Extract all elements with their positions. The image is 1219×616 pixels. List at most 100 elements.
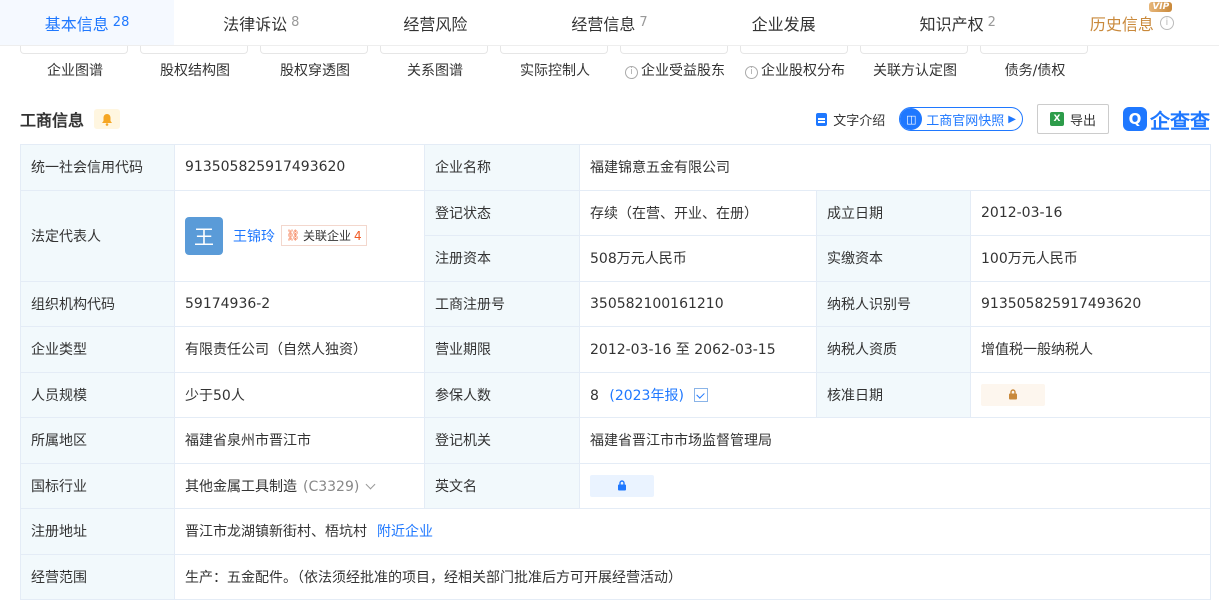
reg-status-label: 登记状态 <box>424 189 580 236</box>
tab-basic-info[interactable]: 基本信息 28 <box>0 0 175 45</box>
company-type-value: 有限责任公司（自然人独资） <box>174 326 425 373</box>
taxpayer-id-value: 913505825917493620 <box>969 280 1212 327</box>
company-type-label: 企业类型 <box>20 326 175 373</box>
tab-history[interactable]: VIP 历史信息 i <box>1045 0 1219 45</box>
table-row: 国标行业 其他金属工具制造 (C3329) 英文名 <box>20 462 1212 509</box>
section-tools: 文字介绍 ◫ 工商官网快照 ▶ X 导出 Q 企查查 <box>816 104 1210 134</box>
info-icon[interactable]: i <box>1159 15 1174 30</box>
related-companies-tag[interactable]: ⛓ 关联企业 4 <box>281 225 367 246</box>
related-label: 关联企业 <box>302 229 351 243</box>
locked-value[interactable] <box>590 474 654 497</box>
credit-code-label: 统一社会信用代码 <box>20 144 175 191</box>
tab-count: 8 <box>291 15 300 30</box>
scope-value: 生产：五金配件。（依法须经批准的项目，经相关部门批准后方可开展经营活动） <box>173 553 1212 600</box>
table-row: 所属地区 福建省泉州市晋江市 登记机关 福建省晋江市市场监督管理局 <box>20 417 1212 464</box>
graph-thumbnail <box>740 46 848 54</box>
reg-status-value: 存续（在营、开业、在册） <box>579 189 817 236</box>
legal-rep-name-link[interactable]: 王锦玲 <box>233 229 275 245</box>
region-label: 所属地区 <box>20 417 175 464</box>
address-label: 注册地址 <box>20 508 175 555</box>
org-code-value: 59174936-2 <box>174 280 425 327</box>
section-title: 工商信息 <box>20 111 85 130</box>
document-icon <box>816 112 828 126</box>
tab-count: 2 <box>987 15 996 30</box>
tab-label: 法律诉讼 <box>223 14 288 34</box>
arrow-right-icon: ▶ <box>1008 113 1016 125</box>
trend-chart-icon[interactable] <box>693 387 708 402</box>
chevron-down-icon[interactable] <box>365 479 376 490</box>
graph-thumbnail <box>500 46 608 54</box>
graph-labels: 企业图谱 股权结构图 股权穿透图 关系图谱 实际控制人 i 企业受益股东 i 企业股… <box>0 60 1219 80</box>
reg-authority-value: 福建省晋江市市场监督管理局 <box>578 417 1212 464</box>
bell-icon[interactable] <box>94 109 121 129</box>
avatar[interactable]: 王 <box>185 216 223 255</box>
vip-badge: VIP <box>1149 2 1173 12</box>
table-row: 统一社会信用代码 913505825917493620 企业名称 福建锦意五金有… <box>20 144 1212 191</box>
tab-ip[interactable]: 知识产权 2 <box>871 0 1045 45</box>
tab-label: 知识产权 <box>919 14 984 34</box>
scope-label: 经营范围 <box>20 553 175 600</box>
vip-locked-value[interactable] <box>981 383 1045 406</box>
snapshot-icon: ◫ <box>900 108 923 130</box>
table-row: 法定代表人 王王锦玲 ⛓ 关联企业 4 登记状态 存续（在营、开业、在册） 成立日期 … <box>20 189 1212 282</box>
insured-label: 参保人数 <box>424 371 580 418</box>
export-button[interactable]: X 导出 <box>1036 104 1109 134</box>
insured-year-link[interactable]: (2023年报) <box>609 388 684 404</box>
info-icon: i <box>745 66 758 79</box>
legal-rep-label: 法定代表人 <box>20 189 175 282</box>
nearby-companies-link[interactable]: 附近企业 <box>377 524 433 540</box>
graph-link-related-party[interactable]: 关联方认定图 <box>855 60 975 80</box>
paid-capital-value: 100万元人民币 <box>969 235 1212 282</box>
tab-development[interactable]: 企业发展 <box>697 0 871 45</box>
graph-link-enterprise[interactable]: 企业图谱 <box>15 60 135 80</box>
approve-date-cell <box>969 371 1212 418</box>
staff-size-value: 少于50人 <box>174 371 425 418</box>
biz-term-value: 2012-03-16 至 2062-03-15 <box>579 326 817 373</box>
qcc-logo: Q 企查查 <box>1123 105 1210 134</box>
network-icon: ⛓ <box>286 229 300 242</box>
tab-label: 基本信息 <box>44 14 109 34</box>
credit-code-value: 913505825917493620 <box>174 144 425 191</box>
found-date-value: 2012-03-16 <box>969 189 1212 236</box>
graph-link-controller[interactable]: 实际控制人 <box>495 60 615 80</box>
logo-icon: Q <box>1123 107 1147 131</box>
logo-text: 企查查 <box>1150 108 1210 133</box>
lock-icon <box>618 480 626 491</box>
text-intro-button[interactable]: 文字介绍 <box>816 110 885 129</box>
business-info-table: 统一社会信用代码 913505825917493620 企业名称 福建锦意五金有… <box>20 144 1212 600</box>
industry-value: 其他金属工具制造 <box>185 478 297 495</box>
table-row: 组织机构代码 59174936-2 工商注册号 350582100161210 … <box>20 280 1212 327</box>
graph-link-equity-penetration[interactable]: 股权穿透图 <box>255 60 375 80</box>
tab-count: 7 <box>639 15 648 30</box>
tax-qual-value: 增值税一般纳税人 <box>969 326 1212 373</box>
graph-link-beneficiary[interactable]: i 企业受益股东 <box>615 60 735 80</box>
region-value: 福建省泉州市晋江市 <box>174 417 425 464</box>
graph-thumbnail <box>380 46 488 54</box>
graph-thumbnail <box>20 46 128 54</box>
table-row: 人员规模 少于50人 参保人数 8 (2023年报) 核准日期 <box>20 371 1212 418</box>
tab-label: 企业发展 <box>751 14 816 34</box>
tab-operation[interactable]: 经营信息 7 <box>522 0 696 45</box>
tab-label: 历史信息 <box>1089 14 1154 34</box>
tax-qual-label: 纳税人资质 <box>816 326 971 373</box>
graph-thumbnail <box>140 46 248 54</box>
graph-link-equity-structure[interactable]: 股权结构图 <box>135 60 255 80</box>
graph-label: 关系图谱 <box>407 63 463 79</box>
tab-count: 28 <box>112 15 130 30</box>
english-name-cell <box>578 462 1212 509</box>
taxpayer-id-label: 纳税人识别号 <box>816 280 971 327</box>
tab-label: 经营风险 <box>403 14 468 34</box>
industry-cell[interactable]: 其他金属工具制造 (C3329) <box>174 462 425 509</box>
industry-label: 国标行业 <box>20 462 175 509</box>
graph-link-relation[interactable]: 关系图谱 <box>375 60 495 80</box>
org-code-label: 组织机构代码 <box>20 280 175 327</box>
staff-size-label: 人员规模 <box>20 371 175 418</box>
official-snapshot-button[interactable]: ◫ 工商官网快照 ▶ <box>899 107 1023 131</box>
graph-link-debt[interactable]: 债务/债权 <box>975 60 1095 80</box>
tab-risk[interactable]: 经营风险 <box>348 0 522 45</box>
industry-code: (C3329) <box>303 478 360 495</box>
graph-label: 企业股权分布 <box>761 63 845 79</box>
approve-date-label: 核准日期 <box>816 371 971 418</box>
graph-link-equity-distribution[interactable]: i 企业股权分布 <box>735 60 855 80</box>
tab-legal[interactable]: 法律诉讼 8 <box>174 0 348 45</box>
